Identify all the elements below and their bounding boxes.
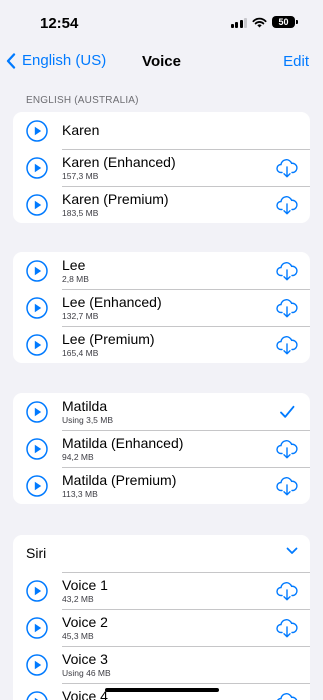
voice-row-voice-1[interactable]: Voice 1 43,2 MB [13,572,310,609]
voice-name: Lee (Enhanced) [62,294,162,310]
voice-name: Voice 4 [62,688,108,700]
siri-section-toggle[interactable]: Siri [13,535,310,572]
voice-row-karen-enhanced[interactable]: Karen (Enhanced) 157,3 MB [13,149,310,186]
cloud-download-icon[interactable] [276,261,298,281]
siri-label: Siri [26,545,47,561]
voice-size: 157,3 MB [62,171,99,181]
page-title: Voice [142,53,181,70]
voice-size: 45,3 MB [62,631,94,641]
cloud-download-icon[interactable] [276,439,298,459]
cellular-signal-icon [230,17,247,28]
play-icon[interactable] [26,297,48,319]
voice-size: 132,7 MB [62,311,99,321]
voice-name: Voice 3 [62,651,108,667]
voice-name: Lee (Premium) [62,331,155,347]
voice-name: Karen (Premium) [62,191,169,207]
voice-row-lee-premium[interactable]: Lee (Premium) 165,4 MB [13,326,310,363]
voice-row-matilda-premium[interactable]: Matilda (Premium) 113,3 MB [13,467,310,504]
status-bar: 12:54 50 [0,0,323,46]
voice-name: Voice 1 [62,577,108,593]
voice-group-lee: Lee 2,8 MB Lee (Enhanced) 132,7 MB Lee (Pr… [13,252,310,363]
voice-size: 2,8 MB [62,274,89,284]
voice-row-lee-enhanced[interactable]: Lee (Enhanced) 132,7 MB [13,289,310,326]
section-header: ENGLISH (AUSTRALIA) [26,95,139,106]
play-icon[interactable] [26,654,48,676]
cloud-download-icon[interactable] [276,476,298,496]
voice-group-matilda: Matilda Using 3,5 MB Matilda (Enhanced) 94… [13,393,310,504]
voice-name: Karen (Enhanced) [62,154,176,170]
cloud-download-icon[interactable] [276,158,298,178]
status-icons: 50 [230,16,298,28]
voice-size: 94,2 MB [62,452,94,462]
voice-name: Matilda (Enhanced) [62,435,184,451]
voice-name: Karen [62,122,100,138]
voice-size: 43,2 MB [62,594,94,604]
play-icon[interactable] [26,438,48,460]
cloud-download-icon[interactable] [276,195,298,215]
voice-group-karen: Karen Karen (Enhanced) 157,3 MB Karen (Pr… [13,112,310,223]
chevron-down-icon[interactable] [286,547,298,555]
voice-row-voice-2[interactable]: Voice 2 45,3 MB [13,609,310,646]
voice-group-siri: Siri Voice 1 43,2 MB Voice 2 45,3 MB Voice… [13,535,310,700]
play-icon[interactable] [26,475,48,497]
voice-name: Lee [62,257,86,273]
status-time: 12:54 [40,15,79,32]
voice-size: Using 46 MB [62,668,111,678]
play-icon[interactable] [26,334,48,356]
cloud-download-icon[interactable] [276,581,298,601]
cloud-download-icon[interactable] [276,335,298,355]
voice-row-matilda[interactable]: Matilda Using 3,5 MB [13,393,310,430]
voice-size: 113,3 MB [62,489,98,499]
battery-level: 50 [278,17,289,27]
voice-row-lee[interactable]: Lee 2,8 MB [13,252,310,289]
voice-name: Matilda [62,398,108,414]
voice-row-matilda-enhanced[interactable]: Matilda (Enhanced) 94,2 MB [13,430,310,467]
play-icon[interactable] [26,157,48,179]
play-icon[interactable] [26,617,48,639]
cloud-download-icon[interactable] [276,692,298,700]
voice-row-karen-premium[interactable]: Karen (Premium) 183,5 MB [13,186,310,223]
voice-size: 165,4 MB [62,348,99,358]
voice-row-voice-3[interactable]: Voice 3 Using 46 MB [13,646,310,683]
navigation-bar: English (US) Voice Edit [0,46,323,80]
play-icon[interactable] [26,580,48,602]
voice-name: Voice 2 [62,614,108,630]
edit-button[interactable]: Edit [283,53,309,70]
play-icon[interactable] [26,691,48,700]
play-icon[interactable] [26,194,48,216]
wifi-icon [252,17,267,27]
home-indicator[interactable] [105,688,219,692]
battery-icon: 50 [272,16,298,28]
play-icon[interactable] [26,260,48,282]
play-icon[interactable] [26,120,48,142]
cloud-download-icon[interactable] [276,618,298,638]
play-icon[interactable] [26,401,48,423]
voice-size: Using 3,5 MB [62,415,114,425]
cloud-download-icon[interactable] [276,298,298,318]
voice-size: 183,5 MB [62,208,99,218]
checkmark-icon [280,405,295,418]
voice-row-karen[interactable]: Karen [13,112,310,149]
voice-name: Matilda (Premium) [62,472,177,488]
